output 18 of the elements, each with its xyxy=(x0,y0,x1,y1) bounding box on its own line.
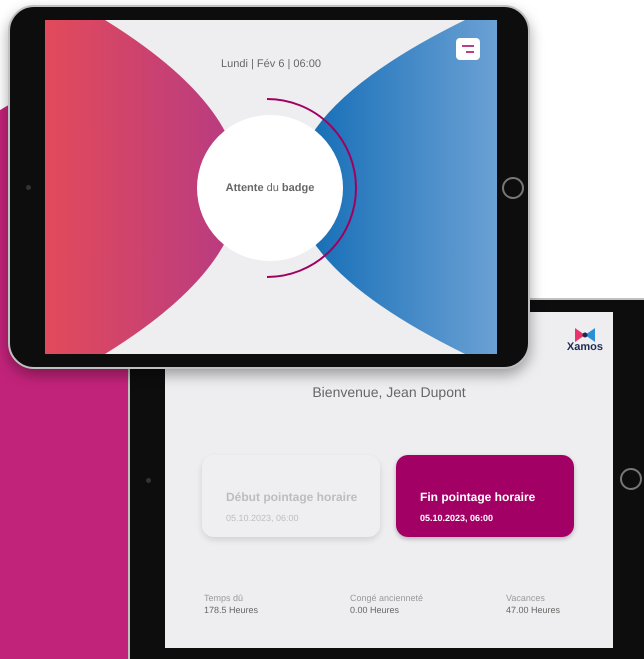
camera-dot xyxy=(26,185,31,190)
date-time-text: Lundi | Fév 6 | 06:00 xyxy=(220,57,322,72)
balance-label: Temps dû xyxy=(204,593,244,605)
balance-value: 47.00 Heures xyxy=(506,604,562,616)
home-button[interactable] xyxy=(502,177,524,199)
camera-dot xyxy=(146,478,151,483)
balance-value: 178.5 Heures xyxy=(204,604,260,616)
logo-icon xyxy=(574,328,595,342)
balance-value: 0.00 Heures xyxy=(350,604,400,616)
menu-button[interactable] xyxy=(456,38,480,60)
balance-label: Vacances xyxy=(506,593,546,605)
home-button[interactable] xyxy=(620,468,642,490)
clock-button[interactable]: Fin pointage horaire 05.10.2023, 06:00 xyxy=(396,455,574,537)
greeting-text: Bienvenue, Jean Dupont xyxy=(311,383,467,402)
menu-icon xyxy=(462,45,474,53)
status-text: Attente du badge xyxy=(226,180,314,196)
balance-label: Congé ancienneté xyxy=(350,593,424,605)
brand-name: Xamos xyxy=(566,342,603,353)
